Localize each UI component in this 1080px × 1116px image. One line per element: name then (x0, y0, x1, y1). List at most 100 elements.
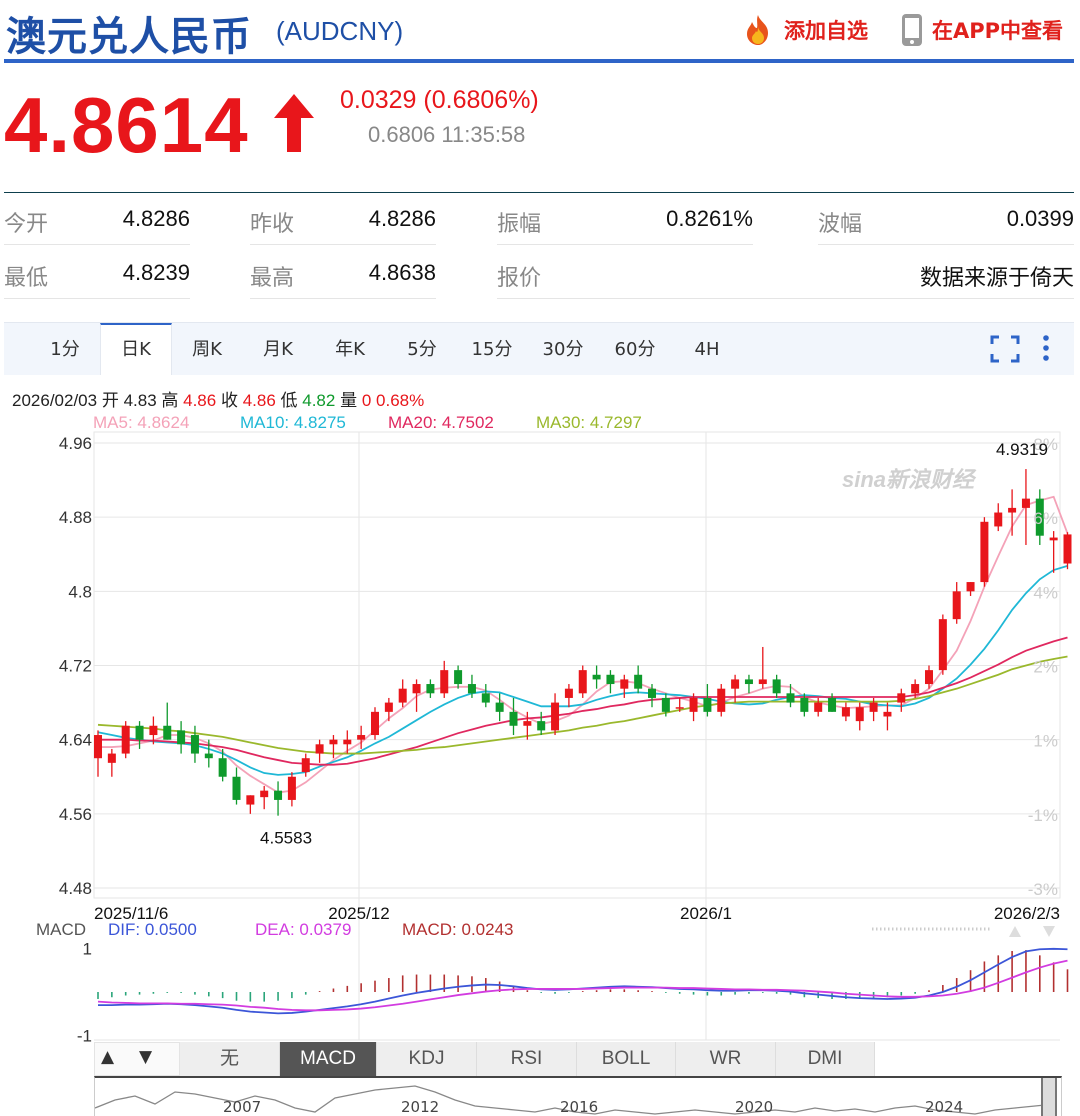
candle-body (703, 697, 712, 712)
candle-body (412, 684, 421, 694)
pan-down-icon (1043, 926, 1055, 937)
candle-body (911, 684, 920, 694)
candle-body (883, 711, 892, 717)
pct-tick-label: 1% (1033, 732, 1058, 751)
candle-body (592, 674, 601, 680)
candle-body (980, 521, 989, 583)
candle-body (786, 693, 795, 703)
scroll-up-icon[interactable]: ▲ (101, 1047, 114, 1067)
candle-body (897, 693, 906, 703)
candle-body (869, 702, 878, 712)
candle-body (855, 707, 864, 722)
candle-body (509, 711, 518, 726)
candle-body (204, 753, 213, 759)
candle-body (495, 702, 504, 712)
candle-body (329, 739, 338, 745)
candle-body (107, 753, 116, 763)
navigator-handle[interactable] (1041, 1078, 1057, 1116)
indicator-tab-none[interactable]: 无 (180, 1042, 280, 1076)
pct-tick-label: 4% (1033, 583, 1058, 602)
nav-year: 2007 (223, 1098, 262, 1116)
ma-line-ma5 (98, 495, 1069, 794)
macd-label: MACD (36, 920, 87, 939)
candle-body (966, 582, 975, 592)
candle-body (564, 688, 573, 698)
candle-body (287, 776, 296, 800)
candle-body (800, 697, 809, 712)
candle-body (1008, 507, 1017, 513)
macd-dif-legend: DIF: 0.0500 (108, 920, 197, 939)
indicator-tab-macd[interactable]: MACD (280, 1042, 377, 1076)
y-tick-label: 4.96 (59, 434, 92, 453)
candle-body (648, 688, 656, 698)
candle-body (426, 684, 435, 694)
candle-body (537, 721, 546, 731)
candle-body (467, 684, 476, 694)
x-axis-label: 2026/2/3 (994, 904, 1060, 923)
macd-y-tick: 1 (83, 939, 92, 958)
y-tick-label: 4.64 (59, 731, 92, 750)
candle-body (994, 512, 1003, 527)
candle-body (925, 670, 933, 685)
pan-up-icon (1009, 926, 1021, 937)
candle-body (814, 702, 823, 712)
y-tick-label: 4.72 (59, 657, 92, 676)
candle-body (952, 591, 961, 620)
candle-body (149, 725, 158, 736)
candle-body (1021, 498, 1030, 508)
pct-tick-label: 2% (1033, 658, 1058, 677)
watermark-logo: sina新浪财经 (842, 467, 975, 492)
scroll-down-icon[interactable]: ▼ (139, 1047, 152, 1067)
candle-body (274, 790, 283, 800)
indicator-tab-boll[interactable]: BOLL (577, 1042, 676, 1076)
indicator-tab-wr[interactable]: WR (676, 1042, 776, 1076)
indicator-nav: ▲ ▼ (94, 1042, 180, 1076)
candle-body (301, 758, 310, 773)
pct-tick-label: -1% (1028, 806, 1058, 825)
candle-body (232, 776, 241, 800)
candle-body (828, 697, 837, 712)
candle-body (440, 670, 449, 694)
candle-body (689, 697, 698, 712)
candle-body (772, 679, 781, 694)
candle-body (758, 679, 767, 685)
nav-year: 2016 (560, 1098, 599, 1116)
candle-body (551, 702, 560, 731)
indicator-tab-rsi[interactable]: RSI (477, 1042, 577, 1076)
candle-body (343, 739, 352, 745)
candle-body (94, 735, 102, 759)
candle-body (717, 688, 726, 712)
indicator-tab-kdj[interactable]: KDJ (377, 1042, 477, 1076)
pct-tick-label: 6% (1033, 509, 1058, 528)
candle-body (606, 674, 615, 685)
candle-body (620, 679, 629, 689)
macd-dea-line (97, 959, 1068, 1012)
macd-dif-line (98, 947, 1068, 1015)
candle-body (731, 679, 740, 689)
candle-body (938, 619, 947, 671)
range-navigator[interactable]: 2007 2012 2016 2020 2024 (94, 1076, 1062, 1116)
candle-body (218, 758, 227, 777)
min-price-label: 4.5583 (260, 829, 312, 848)
candle-body (454, 670, 463, 685)
nav-year: 2024 (925, 1098, 964, 1116)
candle-body (246, 795, 255, 805)
y-tick-label: 4.48 (59, 879, 92, 898)
candle-body (384, 702, 393, 712)
indicator-tab-dmi[interactable]: DMI (776, 1042, 875, 1076)
candlestick-chart[interactable]: 4.96 8%4.88 6%4.8 4%4.72 2%4.64 1%4.56 -1%4.48… (0, 0, 1080, 1114)
candle-body (315, 744, 324, 754)
candle-body (578, 670, 587, 694)
x-axis-label: 2026/1 (680, 904, 732, 923)
candle-body (841, 707, 850, 717)
candle-body (661, 697, 670, 712)
candle-body (260, 790, 269, 798)
candle-body (675, 707, 684, 709)
y-tick-label: 4.8 (68, 582, 92, 601)
nav-year: 2012 (401, 1098, 440, 1116)
pct-tick-label: -3% (1028, 880, 1058, 899)
candle-body (1049, 537, 1058, 541)
candle-body (163, 725, 172, 740)
macd-dea-legend: DEA: 0.0379 (255, 920, 352, 939)
candle-body (135, 725, 144, 740)
